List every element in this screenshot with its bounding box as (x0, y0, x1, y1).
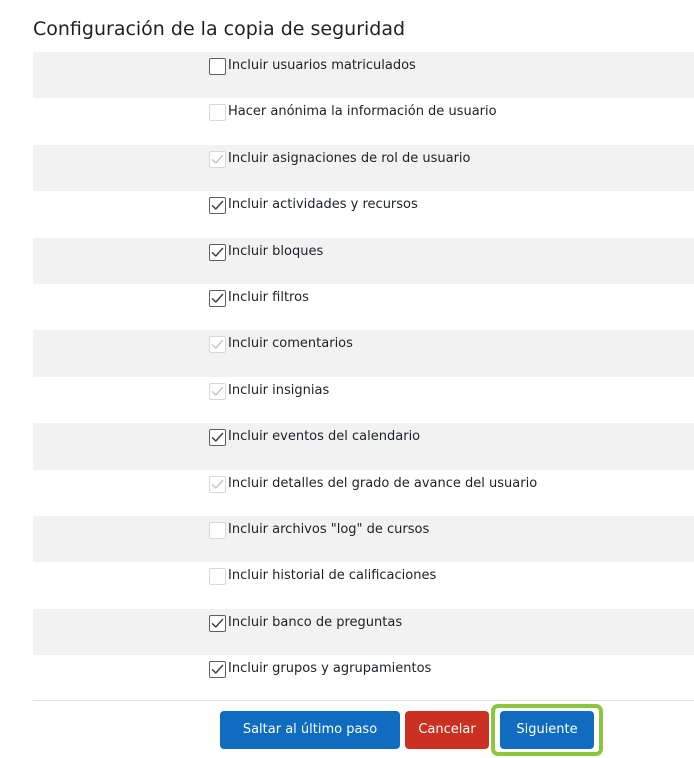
setting-row: Incluir insignias (33, 377, 694, 423)
checkmark-icon (211, 200, 224, 210)
setting-row: Incluir historial de calificaciones (33, 562, 694, 608)
setting-row: Incluir comentarios (33, 330, 694, 377)
setting-checkbox[interactable] (209, 289, 226, 307)
checkmark-icon (211, 664, 224, 674)
setting-row: Incluir actividades y recursos (33, 191, 694, 237)
setting-label: Incluir banco de preguntas (228, 614, 403, 630)
setting-label: Hacer anónima la información de usuario (228, 104, 497, 120)
setting-label: Incluir detalles del grado de avance del… (228, 475, 538, 491)
setting-row: Incluir usuarios matriculados (33, 52, 694, 99)
setting-checkbox (209, 382, 226, 400)
setting-label: Incluir grupos y agrupamientos (228, 661, 432, 677)
checkmark-icon (211, 247, 224, 257)
divider (33, 700, 694, 701)
setting-label: Incluir archivos "log" de cursos (228, 521, 430, 537)
setting-label: Incluir actividades y recursos (228, 197, 418, 213)
setting-label: Incluir historial de calificaciones (228, 568, 437, 584)
checkmark-icon (211, 432, 224, 442)
cancel-button[interactable]: Cancelar (405, 711, 489, 749)
setting-checkbox (209, 521, 226, 539)
setting-row: Incluir eventos del calendario (33, 423, 694, 470)
setting-checkbox (209, 336, 226, 354)
setting-checkbox[interactable] (209, 197, 226, 215)
checkmark-icon (211, 386, 224, 396)
setting-row: Hacer anónima la información de usuario (33, 98, 694, 144)
setting-checkbox (209, 104, 226, 122)
setting-row: Incluir detalles del grado de avance del… (33, 470, 694, 516)
setting-row: Incluir filtros (33, 284, 694, 330)
setting-label: Incluir comentarios (228, 336, 353, 352)
checkmark-icon (211, 293, 224, 303)
setting-row: Incluir bloques (33, 237, 694, 284)
setting-label: Incluir asignaciones de rol de usuario (228, 150, 471, 166)
backup-settings-list: Incluir usuarios matriculados Hacer anóni… (33, 52, 694, 701)
setting-checkbox[interactable] (209, 243, 226, 261)
setting-row: Incluir archivos "log" de cursos (33, 515, 694, 563)
setting-checkbox[interactable] (209, 429, 226, 447)
checkmark-icon (211, 618, 224, 628)
next-button[interactable]: Siguiente (500, 711, 594, 749)
setting-checkbox (209, 568, 226, 586)
checkmark-icon (211, 340, 224, 350)
setting-checkbox (209, 150, 226, 168)
setting-label: Incluir eventos del calendario (228, 429, 421, 445)
skip-to-last-step-button[interactable]: Saltar al último paso (220, 711, 400, 749)
setting-label: Incluir bloques (228, 243, 324, 259)
setting-label: Incluir insignias (228, 382, 330, 398)
checkmark-icon (211, 154, 224, 164)
setting-checkbox[interactable] (209, 614, 226, 632)
setting-checkbox[interactable] (209, 58, 226, 75)
page-title: Configuración de la copia de seguridad (33, 18, 406, 40)
setting-label: Incluir filtros (228, 289, 309, 305)
setting-row: Incluir asignaciones de rol de usuario (33, 144, 694, 192)
setting-checkbox[interactable] (209, 661, 226, 679)
setting-row: Incluir grupos y agrupamientos (33, 655, 694, 701)
setting-label: Incluir usuarios matriculados (228, 58, 416, 73)
setting-row: Incluir banco de preguntas (33, 608, 694, 656)
setting-checkbox (209, 475, 226, 493)
checkmark-icon (211, 479, 224, 489)
